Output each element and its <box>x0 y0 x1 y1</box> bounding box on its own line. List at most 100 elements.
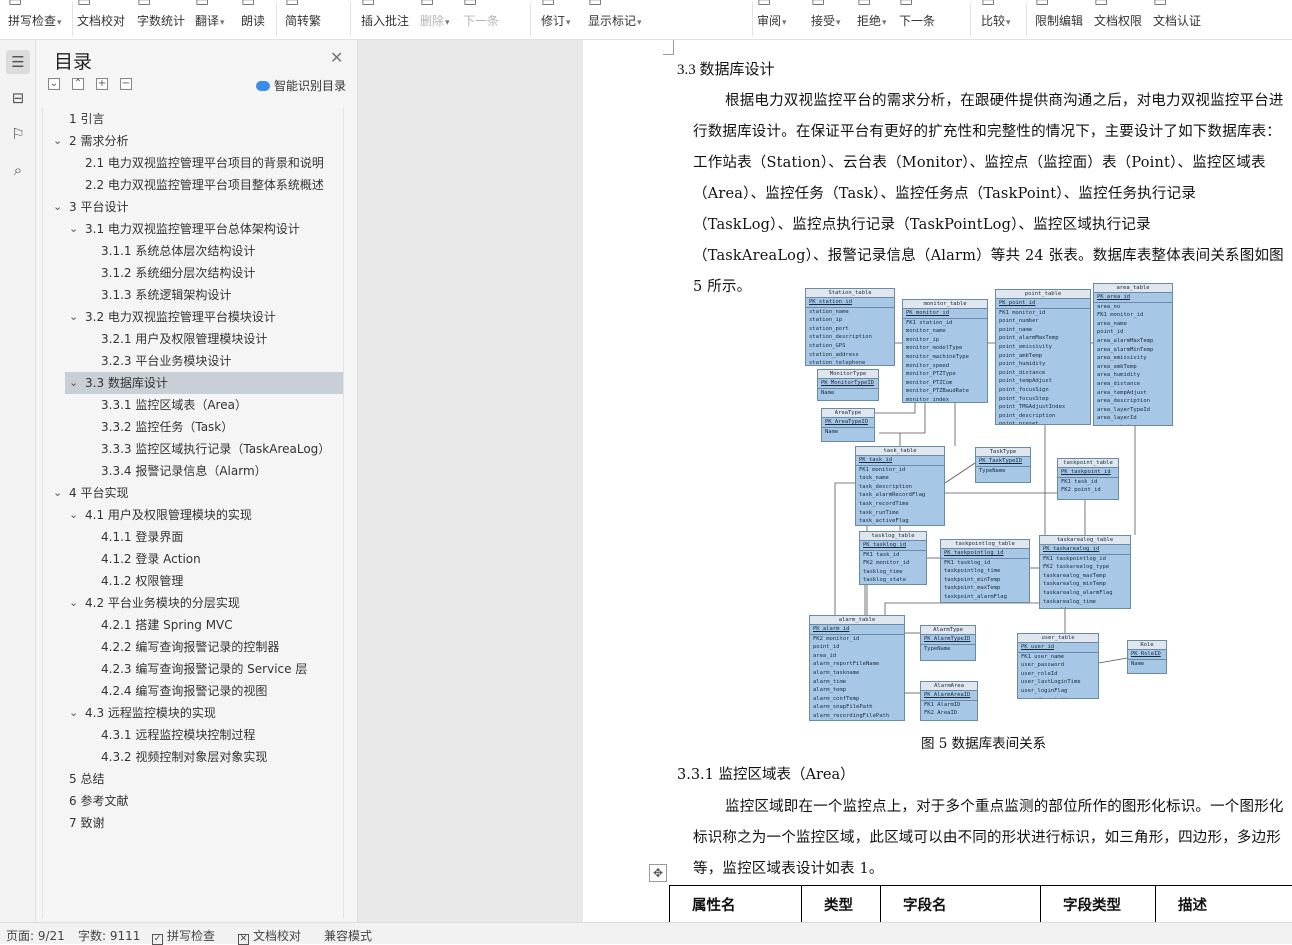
chevron-down-icon[interactable]: ⌄ <box>53 196 62 218</box>
bookmark-icon[interactable]: ⚐ <box>6 122 30 146</box>
body-paragraph: 监控区域即在一个监控点上，对于多个重点监测的部位所作的图形化标识。一个图形化标识… <box>693 792 1285 885</box>
entity-field: taskpointlog_snapName <box>941 602 1029 603</box>
toc-item-label: 4.1.2 登录 Action <box>101 548 201 570</box>
paragraph-text: 根据电力双视监控平台的需求分析，在跟硬件提供商沟通之后，对电力双视监控平台进行数… <box>693 93 1284 295</box>
entity-field: monitor_speed <box>903 362 987 371</box>
entity-field: area_layerTypeId <box>1094 406 1172 415</box>
entity-field: monitor_machineType <box>903 353 987 362</box>
entity-field: alarm_reportFileName <box>810 660 904 669</box>
entity-box: TaskTypePK TaskTypeIDTypeName <box>975 447 1031 483</box>
toc-item[interactable]: ⌄4.2 平台业务模块的分层实现 <box>43 592 343 614</box>
chevron-down-icon[interactable]: ⌄ <box>69 592 78 614</box>
page-indicator[interactable]: 页面: 9/21 <box>6 927 65 944</box>
word-count[interactable]: 字数: 9111 <box>78 927 140 944</box>
entity-box: taskarealog_tablePK taskarealog_idFK1 ta… <box>1039 535 1131 609</box>
chevron-down-icon[interactable]: ⌄ <box>69 372 78 394</box>
toc-item[interactable]: 7 致谢 <box>43 812 343 834</box>
toc-item[interactable]: 3.3.3 监控区域执行记录（TaskAreaLog） <box>43 438 343 460</box>
entity-field: alarm_time <box>810 678 904 687</box>
entity-field: FK1 AlarmID <box>921 701 977 710</box>
toc-item[interactable]: ⌄2 需求分析 <box>43 130 343 152</box>
entity-field: area_ambTemp <box>1094 363 1172 372</box>
entity-primary-key: PK point_id <box>996 299 1090 309</box>
toc-item[interactable]: ⌄4 平台实现 <box>43 482 343 504</box>
entity-field: station_telephone <box>806 359 894 366</box>
toc-item[interactable]: ⌄3.1 电力双视监控管理平台总体架构设计 <box>43 218 343 240</box>
toc-item[interactable]: ⌄4.1 用户及权限管理模块的实现 <box>43 504 343 526</box>
toc-item[interactable]: 4.2.1 搭建 Spring MVC <box>43 614 343 636</box>
entity-box: AlarmAreaPK AlarmAreaIDFK1 AlarmIDFK2 Ar… <box>920 681 978 721</box>
remove-heading-icon[interactable]: − <box>120 78 132 90</box>
table-header-row: 属性名类型字段名字段类型描述 <box>669 885 1292 922</box>
toc-item[interactable]: 4.1.2 登录 Action <box>43 548 343 570</box>
entity-primary-key: PK station_id <box>806 298 894 308</box>
entity-name: area_table <box>1094 284 1172 293</box>
entity-field: FK2 AreaID <box>921 709 977 718</box>
toc-item[interactable]: 3.1.1 系统总体层次结构设计 <box>43 240 343 262</box>
toc-item[interactable]: 4.3.2 视频控制对象层对象实现 <box>43 746 343 768</box>
toc-item[interactable]: 3.3.4 报警记录信息（Alarm） <box>43 460 343 482</box>
toc-item[interactable]: ⌄3.2 电力双视监控管理平台模块设计 <box>43 306 343 328</box>
toc-item[interactable]: ⌄3 平台设计 <box>43 196 343 218</box>
entity-field: area_id <box>1040 606 1130 609</box>
toc-item[interactable]: 3.3.1 监控区域表（Area） <box>43 394 343 416</box>
search-icon[interactable]: ⌕ <box>6 158 30 182</box>
chevron-down-icon[interactable]: ⌄ <box>69 218 78 240</box>
spellcheck-status[interactable]: ✓拼写检查 <box>152 927 215 945</box>
add-heading-icon[interactable]: + <box>96 78 108 90</box>
expand-up-icon[interactable]: ⌃ <box>72 78 84 90</box>
chevron-down-icon[interactable]: ⌄ <box>53 130 62 152</box>
toc-item[interactable]: ⌄4.3 远程监控模块的实现 <box>43 702 343 724</box>
toc-item[interactable]: 6 参考文献 <box>43 790 343 812</box>
collapse-all-icon[interactable]: ⌄ <box>48 78 60 90</box>
toc-item[interactable]: 3.2.1 用户及权限管理模块设计 <box>43 328 343 350</box>
toc-item[interactable]: 4.3.1 远程监控模块控制过程 <box>43 724 343 746</box>
toc-item[interactable]: 4.2.2 编写查询报警记录的控制器 <box>43 636 343 658</box>
entity-name: TaskType <box>976 448 1030 457</box>
entity-field: taskarealog_minTemp <box>1040 580 1130 589</box>
ribbon-separator <box>970 2 971 36</box>
smart-toc-button[interactable]: 智能识别目录 <box>256 77 346 94</box>
ribbon-button-label: 限制编辑 <box>1035 12 1083 29</box>
chevron-down-icon[interactable]: ⌄ <box>69 504 78 526</box>
toc-item[interactable]: 4.1.2 权限管理 <box>43 570 343 592</box>
toc-item[interactable]: 4.2.4 编写查询报警记录的视图 <box>43 680 343 702</box>
toc-item[interactable]: 3.1.2 系统细分层次结构设计 <box>43 262 343 284</box>
entity-field: monitor_name <box>903 327 987 336</box>
toc-item[interactable]: 4.2.3 编写查询报警记录的 Service 层 <box>43 658 343 680</box>
entity-field: point_focusStep <box>996 395 1090 404</box>
toc-item-label: 4.3.1 远程监控模块控制过程 <box>101 724 255 746</box>
chapter-nav-icon[interactable]: ⊟ <box>6 86 30 110</box>
toc-item-label: 5 总结 <box>69 768 104 790</box>
entity-field: alarm_taskname <box>810 669 904 678</box>
close-icon[interactable]: ✕ <box>330 48 343 67</box>
entity-primary-key: PK alarm_id <box>810 625 904 635</box>
relation-line <box>1099 658 1127 663</box>
toc-item[interactable]: 3.2.3 平台业务模块设计 <box>43 350 343 372</box>
chevron-down-icon[interactable]: ⌄ <box>69 702 78 724</box>
entity-field: station_port <box>806 325 894 334</box>
entity-box: MonitorTypePK MonitorTypeIDName <box>817 369 879 401</box>
toc-item[interactable]: 3.3.2 监控任务（Task） <box>43 416 343 438</box>
proofread-status[interactable]: ✕文档校对 <box>238 927 301 945</box>
table-move-handle-icon[interactable]: ✥ <box>649 864 667 882</box>
toc-panel-icon[interactable]: ☰ <box>6 50 30 74</box>
entity-field: area_alarmMaxTemp <box>1094 337 1172 346</box>
chevron-down-icon[interactable]: ⌄ <box>53 482 62 504</box>
entity-field: monitor_ip <box>903 336 987 345</box>
x-icon: ✕ <box>238 934 249 945</box>
toc-item[interactable]: 2.1 电力双视监控管理平台项目的背景和说明 <box>43 152 343 174</box>
toc-item[interactable]: 1 引言 <box>43 108 343 130</box>
toc-item[interactable]: 5 总结 <box>43 768 343 790</box>
entity-field: user_loginFlag <box>1018 687 1098 696</box>
entity-name: Station_table <box>806 289 894 298</box>
body-paragraph: 根据电力双视监控平台的需求分析，在跟硬件提供商沟通之后，对电力双视监控平台进行数… <box>693 86 1285 303</box>
chevron-down-icon[interactable]: ⌄ <box>69 306 78 328</box>
toc-item[interactable]: ⌄3.3 数据库设计 <box>65 372 343 394</box>
status-bar: 页面: 9/21 字数: 9111 ✓拼写检查 ✕文档校对 兼容模式 <box>0 922 1292 944</box>
toc-item[interactable]: 2.2 电力双视监控管理平台项目整体系统概述 <box>43 174 343 196</box>
toc-item[interactable]: 3.1.3 系统逻辑架构设计 <box>43 284 343 306</box>
toc-item[interactable]: 4.1.1 登录界面 <box>43 526 343 548</box>
entity-field: alarm_temp <box>810 686 904 695</box>
entity-name: user_table <box>1018 634 1098 643</box>
